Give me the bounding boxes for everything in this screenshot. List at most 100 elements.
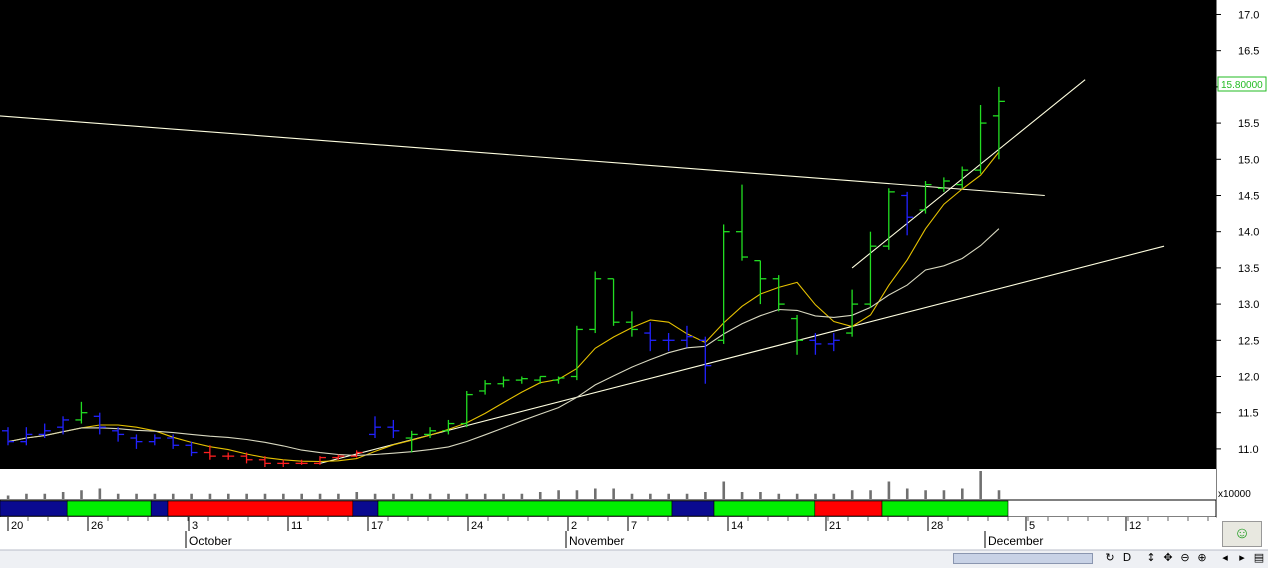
volume-bar [428, 493, 432, 499]
volume-bar [961, 488, 964, 499]
volume-bar [392, 493, 395, 499]
move-icon[interactable]: ✥ [1161, 551, 1175, 565]
volume-bar [612, 488, 615, 499]
volume-bar [190, 493, 193, 499]
volume-bar [6, 495, 10, 499]
volume-bar [483, 493, 487, 499]
volume-bar [153, 493, 157, 499]
month-label: December [988, 534, 1043, 548]
volume-bar [98, 488, 102, 499]
volume-bar [116, 493, 120, 499]
month-label: October [189, 534, 232, 548]
y-tick-label: 14.5 [1238, 190, 1259, 202]
day-tick-label: 14 [731, 520, 743, 532]
volume-bar [649, 493, 652, 499]
y-tick-label: 12.0 [1238, 371, 1259, 383]
y-tick-label: 13.5 [1238, 263, 1259, 275]
time-scrollbar[interactable] [953, 553, 1093, 564]
scroll-left-icon[interactable]: ◂ [1218, 551, 1232, 565]
volume-bar [924, 490, 927, 499]
volume-bar [318, 493, 322, 499]
volume-bar [869, 490, 872, 499]
volume-bar [171, 493, 175, 499]
volume-bar [594, 488, 597, 499]
vertical-move-icon[interactable]: ↕ [1144, 551, 1158, 565]
volume-bar [777, 493, 781, 499]
regime-strip [0, 500, 1009, 517]
y-tick-label: 11.0 [1238, 444, 1259, 456]
y-tick-label: 16.5 [1238, 46, 1259, 58]
volume-bar [282, 493, 285, 499]
volume-bar [795, 493, 799, 499]
volume-bar [465, 493, 469, 499]
day-tick-label: 26 [91, 520, 103, 532]
volume-bar [979, 471, 982, 499]
regime-segment [0, 500, 68, 517]
y-tick-label: 14.0 [1238, 227, 1259, 239]
volume-bar [520, 493, 524, 499]
volume-bar [43, 493, 47, 499]
y-axis-panel [1216, 0, 1268, 500]
day-tick-label: 21 [829, 520, 841, 532]
zoom-in-icon[interactable]: ⊕ [1195, 551, 1209, 565]
volume-bar [208, 493, 212, 499]
volume-bar [685, 493, 689, 499]
volume-bar [575, 490, 579, 499]
volume-bar [722, 481, 726, 499]
regime-segment [352, 500, 379, 517]
stock-chart[interactable]: 11.0 11.5 12.0 12.5 13.0 13.5 14.0 14.5 15.0 15.5… [0, 0, 1268, 568]
volume-bar [759, 492, 762, 499]
zoom-out-icon[interactable]: ⊖ [1178, 551, 1192, 565]
regime-segment [713, 500, 816, 517]
volume-bar [740, 492, 744, 499]
day-tick-label: 3 [192, 520, 198, 532]
last-price-label: 15.80000 [1221, 80, 1263, 91]
volume-bar [300, 493, 303, 499]
volume-bar [373, 493, 377, 499]
day-tick-label: 7 [631, 520, 637, 532]
volume-bar [135, 493, 138, 499]
day-tick-label: 5 [1029, 520, 1035, 532]
volume-bar [538, 492, 542, 499]
regime-segment [881, 500, 1009, 517]
day-tick-label: 11 [291, 520, 302, 532]
volume-bar [337, 493, 340, 499]
price-panel[interactable] [0, 0, 1216, 467]
volume-bar [905, 488, 909, 499]
y-tick-label: 17.0 [1238, 9, 1259, 21]
volume-bar [502, 493, 505, 499]
day-tick-label: 28 [931, 520, 943, 532]
refresh-icon[interactable]: ↻ [1103, 551, 1117, 565]
y-tick-label: 11.5 [1238, 408, 1259, 420]
regime-segment [377, 500, 673, 517]
volume-bar [80, 490, 83, 499]
smiley-icon[interactable]: ☺ [1222, 521, 1262, 547]
regime-segment [814, 500, 883, 517]
day-tick-label: 2 [571, 520, 577, 532]
day-tick-label: 17 [371, 520, 383, 532]
volume-bar [704, 492, 707, 499]
volume-bar [447, 493, 450, 499]
regime-segment [671, 500, 715, 517]
y-tick-label: 15.5 [1238, 118, 1259, 130]
y-tick-label: 15.0 [1238, 154, 1259, 166]
volume-bar [245, 493, 248, 499]
regime-segment [66, 500, 152, 517]
regime-segment [150, 500, 169, 517]
volume-bar [850, 490, 854, 499]
day-tick-label: 20 [11, 520, 23, 532]
y-tick-label: 13.0 [1238, 299, 1259, 311]
volume-bar [355, 492, 359, 499]
volume-bar [227, 493, 230, 499]
volume-bar [997, 490, 1001, 499]
volume-bar [630, 493, 634, 499]
volume-bar [61, 492, 65, 499]
day-tick-label: 24 [471, 520, 483, 532]
volume-bar [410, 493, 414, 499]
window-icon[interactable]: ▤ [1252, 551, 1266, 565]
y-tick-label: 12.5 [1238, 335, 1259, 347]
volume-bar [263, 493, 267, 499]
scroll-right-icon[interactable]: ▸ [1235, 551, 1249, 565]
volume-panel [0, 469, 1216, 500]
d-icon[interactable]: D [1120, 551, 1134, 565]
